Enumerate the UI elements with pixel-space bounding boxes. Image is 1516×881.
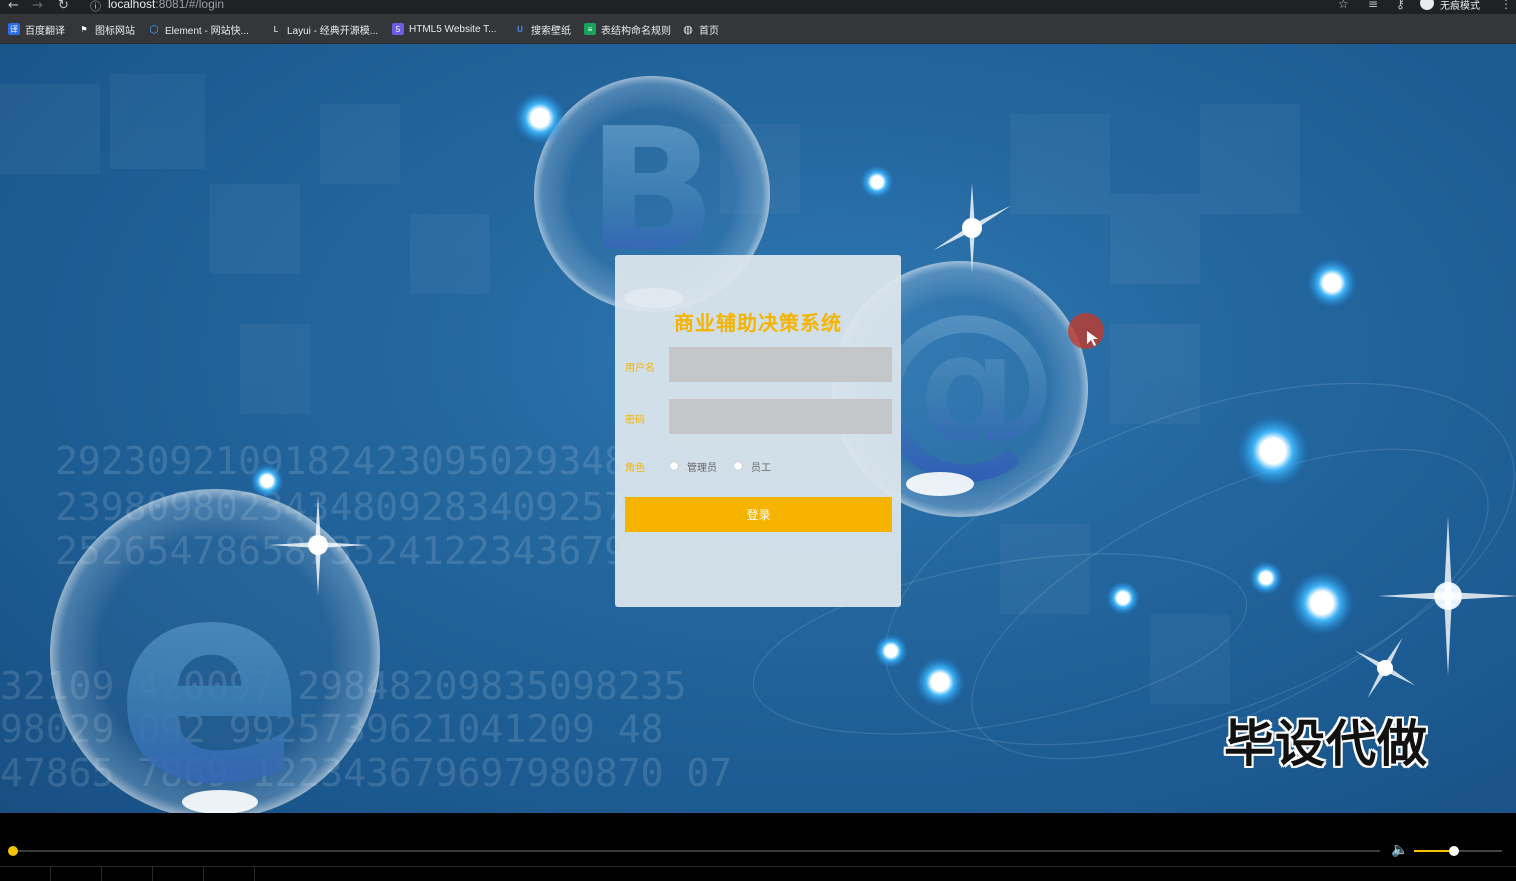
bubble-letter-e: e [50, 489, 380, 813]
cursor-highlight [1068, 313, 1104, 349]
watermark-text: 毕设代做 [1224, 715, 1428, 773]
bookmark-label: HTML5 Website T... [409, 23, 497, 35]
forward-arrow-icon[interactable]: → [32, 0, 43, 13]
video-player-bar: 🔈 [0, 813, 1516, 881]
player-control-button[interactable] [102, 867, 153, 881]
incognito-label[interactable]: 无痕模式 [1440, 0, 1480, 12]
bookmark-label: Element - 网站快... [165, 25, 249, 37]
bookmark-label: 首页 [699, 25, 719, 37]
bookmark-label: 图标网站 [95, 25, 135, 37]
home-globe-icon: ◍ [683, 23, 693, 36]
volume-fill [1414, 850, 1454, 852]
bookmark-label: Layui - 经典开源模... [287, 25, 379, 37]
url-host: localhost [108, 0, 156, 11]
url-path: :8081/#/login [155, 0, 225, 11]
bookmark-label: 百度翻译 [25, 25, 65, 37]
bookmarks-bar: 译 百度翻译 ⚑ 图标网站 ⬡ Element - 网站快... L Layui… [0, 14, 1516, 44]
username-label: 用户名 [625, 363, 655, 374]
bookmark-label: 表结构命名规则 [601, 25, 671, 37]
password-label: 密码 [625, 415, 645, 426]
incognito-icon[interactable] [1420, 0, 1434, 10]
username-input[interactable] [669, 347, 892, 382]
site-info-icon[interactable]: ⓘ [90, 0, 101, 14]
role-option-label[interactable]: 管理员 [687, 459, 717, 474]
bookmark-label: 搜索壁纸 [531, 25, 571, 37]
back-arrow-icon[interactable]: ← [8, 0, 19, 13]
bookmark-item[interactable]: ⚑ 图标网站 [78, 22, 135, 37]
role-option-label[interactable]: 员工 [751, 459, 771, 474]
bookmark-item[interactable]: U 搜索壁纸 [514, 22, 571, 37]
login-card: 商业辅助决策系统 用户名 密码 角色 管理员 员工 登录 [615, 255, 901, 607]
browser-toolbar: ← → ↻ ⓘ localhost:8081/#/login ☆ ≡ ⚷ 无痕模… [0, 0, 1516, 14]
bookmark-item[interactable]: ⬡ Element - 网站快... [148, 22, 249, 37]
reload-icon[interactable]: ↻ [58, 0, 69, 13]
role-selector: 角色 管理员 员工 [625, 459, 771, 474]
browser-menu-icon[interactable]: ⋮ [1500, 0, 1512, 11]
progress-track[interactable] [13, 850, 1380, 852]
bookmark-item[interactable]: ◍ 首页 [682, 22, 719, 37]
player-control-button[interactable] [0, 867, 51, 881]
table-naming-icon: ≡ [584, 23, 596, 35]
bookmark-item[interactable]: 译 百度翻译 [8, 22, 65, 37]
player-control-button[interactable] [51, 867, 102, 881]
element-hexagon-icon: ⬡ [149, 23, 159, 36]
progress-knob[interactable] [8, 846, 18, 856]
volume-icon[interactable]: 🔈 [1391, 842, 1408, 858]
baidu-translate-icon: 译 [8, 23, 20, 35]
system-title: 商业辅助决策系统 [674, 311, 842, 335]
bubble-letter: e [115, 520, 305, 813]
flag-icon: ⚑ [80, 24, 88, 34]
wallpaper-search-icon: U [517, 24, 523, 34]
bookmark-star-icon[interactable]: ☆ [1338, 0, 1349, 11]
reading-list-icon[interactable]: ≡ [1368, 0, 1378, 11]
bookmark-item[interactable]: ≡ 表结构命名规则 [584, 22, 671, 37]
player-controls [0, 866, 1516, 881]
bookmark-item[interactable]: 5 HTML5 Website T... [392, 22, 496, 36]
password-input[interactable] [669, 399, 892, 434]
bookmark-item[interactable]: L Layui - 经典开源模... [270, 22, 379, 37]
login-button[interactable]: 登录 [625, 497, 892, 532]
digit-row: 2923092109182423095029348 [55, 439, 627, 483]
player-control-button[interactable] [204, 867, 255, 881]
player-control-button[interactable] [153, 867, 204, 881]
role-label: 角色 [625, 462, 645, 474]
role-radio-admin[interactable] [669, 461, 679, 471]
role-radio-staff[interactable] [733, 461, 743, 471]
layui-icon: L [273, 24, 279, 34]
key-icon[interactable]: ⚷ [1396, 0, 1405, 11]
login-page: 2923092109182423095029348 23980980234348… [0, 44, 1516, 813]
html5-template-icon: 5 [392, 23, 404, 35]
volume-knob[interactable] [1448, 846, 1459, 856]
address-bar[interactable]: localhost:8081/#/login [108, 0, 224, 11]
